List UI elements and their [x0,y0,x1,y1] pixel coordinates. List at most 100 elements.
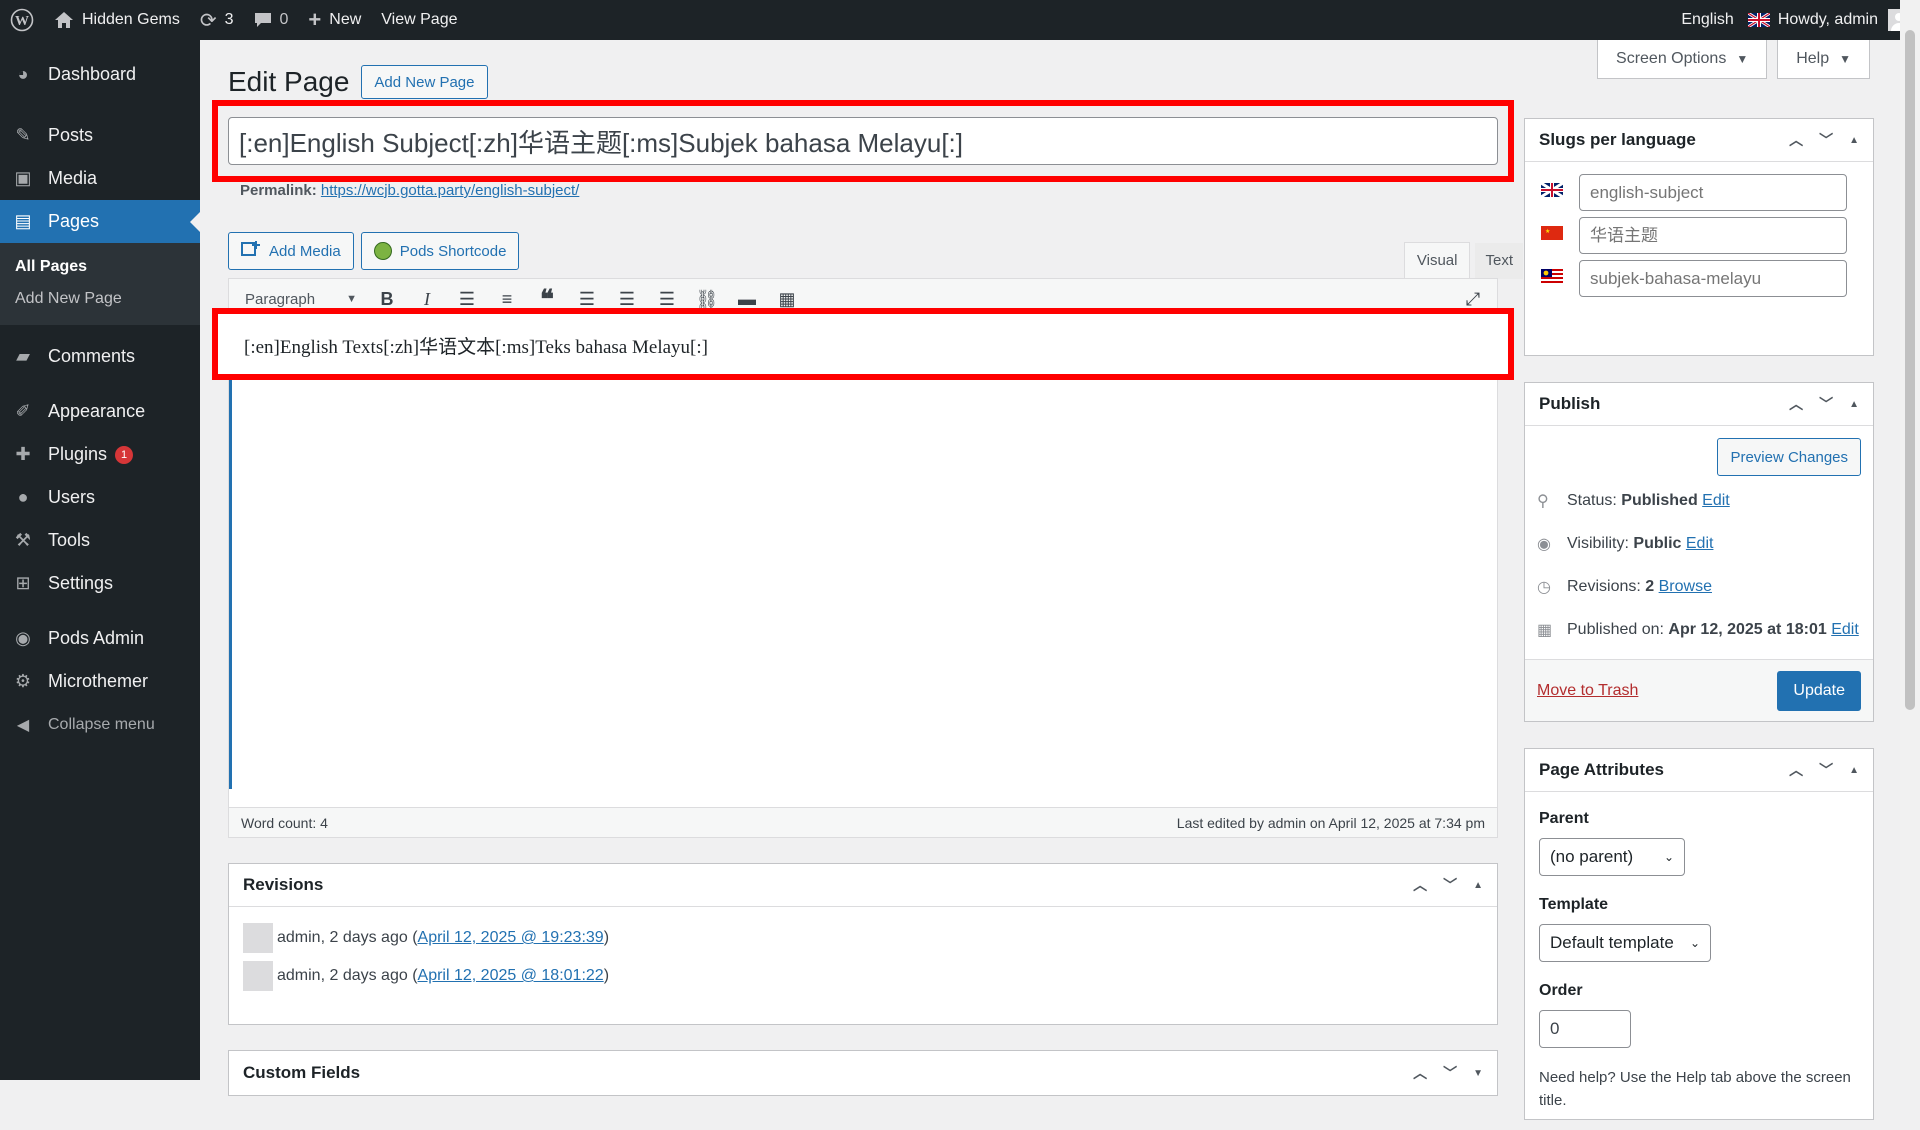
visibility-label: Visibility: [1567,534,1629,552]
page-title: Edit Page [228,66,350,97]
slugs-list: ★ [1525,162,1873,309]
uk-flag-icon [1747,13,1770,27]
menu-dashboard[interactable]: ◕ Dashboard [0,50,200,98]
menu-plugins[interactable]: ✚ Plugins 1 [0,433,200,476]
menu-label: Appearance [48,401,146,421]
gear-icon: ⚙ [14,671,32,691]
toggle-panel-icon[interactable]: ▲ [1849,399,1859,410]
revisions-header[interactable]: Revisions ︿ ﹀ ▲ [229,864,1497,907]
account-menu[interactable]: Howdy, admin [1738,0,1920,40]
menu-comments[interactable]: ▰ Comments [0,335,200,378]
publish-body: Preview Changes ⚲ Status: Published Edit… [1525,426,1873,651]
editor-content-text[interactable]: [:en]English Texts[:zh]华语文本[:ms]Teks bah… [244,332,708,359]
menu-media[interactable]: ▣ Media [0,157,200,200]
slug-ms-input[interactable] [1579,260,1847,297]
comments-link[interactable]: 0 [244,0,299,40]
status-edit-link[interactable]: Edit [1702,492,1730,510]
slugs-header[interactable]: Slugs per language ︿ ﹀ ▲ [1525,119,1873,162]
page-attributes-help: Need help? Use the Help tab above the sc… [1539,1069,1851,1109]
move-up-icon[interactable]: ︿ [1413,875,1427,895]
menu-microthemer[interactable]: ⚙ Microthemer [0,660,200,703]
toggle-panel-icon[interactable]: ▲ [1473,880,1483,891]
uk-flag-icon [1540,181,1579,202]
last-edited: Last edited by admin on April 12, 2025 a… [1176,814,1485,831]
parent-value: (no parent) [1550,847,1634,866]
custom-fields-header[interactable]: Custom Fields ︿ ﹀ ▼ [229,1051,1497,1095]
revision-link[interactable]: April 12, 2025 @ 19:23:39 [418,929,604,947]
chevron-down-icon: ⌄ [1689,936,1700,950]
toggle-panel-icon[interactable]: ▼ [1473,1068,1483,1079]
collapse-icon: ◀ [16,716,30,734]
svg-text:★: ★ [1545,228,1550,235]
plus-icon: + [308,7,322,32]
language-switcher[interactable]: English [1671,0,1737,40]
slug-en-input[interactable] [1579,174,1847,211]
revision-item: admin, 2 days ago (April 12, 2025 @ 19:2… [243,919,1483,957]
update-button[interactable]: Update [1777,670,1861,711]
pods-shortcode-button[interactable]: Pods Shortcode [360,232,520,270]
menu-appearance[interactable]: ✐ Appearance [0,390,200,433]
toggle-panel-icon[interactable]: ▲ [1849,765,1859,776]
word-count: Word count: 4 [241,814,328,831]
updates-link[interactable]: ⟳ 3 [190,0,244,40]
scrollbar-thumb[interactable] [1905,30,1915,710]
menu-tools[interactable]: ⚒ Tools [0,519,200,562]
add-media-button[interactable]: Add Media [228,232,354,270]
post-title-input[interactable] [228,117,1498,165]
pods-icon: ◉ [15,628,31,648]
slugs-title: Slugs per language [1539,130,1696,149]
visibility-edit-link[interactable]: Edit [1686,535,1714,553]
collapse-menu-button[interactable]: ◀ Collapse menu [0,703,200,746]
admin-bar: W Hidden Gems ⟳ 3 0 + New View Page Engl… [0,0,1920,40]
help-button[interactable]: Help ▼ [1777,40,1870,79]
revisions-title: Revisions [243,875,324,894]
menu-posts[interactable]: ✎ Posts [0,114,200,157]
move-up-icon[interactable]: ︿ [1413,1063,1427,1083]
published-edit-link[interactable]: Edit [1831,621,1859,639]
tab-visual[interactable]: Visual [1403,242,1471,279]
move-down-icon[interactable]: ﹀ [1443,875,1457,895]
permalink-link[interactable]: https://wcjb.gotta.party/english-subject… [321,182,579,199]
add-new-page-button[interactable]: Add New Page [361,65,488,99]
view-page-link[interactable]: View Page [371,0,467,40]
template-select[interactable]: Default template ⌄ [1539,924,1711,962]
calendar-icon: ▦ [1537,621,1553,639]
toggle-panel-icon[interactable]: ▲ [1849,135,1859,146]
move-down-icon[interactable]: ﹀ [1819,394,1833,414]
menu-pages[interactable]: ▤ Pages [0,200,200,243]
tab-text[interactable]: Text [1475,242,1523,279]
move-down-icon[interactable]: ﹀ [1819,130,1833,150]
move-down-icon[interactable]: ﹀ [1819,760,1833,780]
parent-select[interactable]: (no parent) ⌄ [1539,838,1685,876]
revision-close: ) [603,967,610,984]
editor-body[interactable] [232,319,1497,789]
move-up-icon[interactable]: ︿ [1789,130,1803,150]
move-up-icon[interactable]: ︿ [1789,760,1803,780]
submenu-all-pages[interactable]: All Pages [0,251,200,283]
menu-pods-admin[interactable]: ◉ Pods Admin [0,617,200,660]
submenu-add-new-page[interactable]: Add New Page [0,283,200,315]
move-to-trash-link[interactable]: Move to Trash [1537,682,1638,700]
move-up-icon[interactable]: ︿ [1789,394,1803,414]
screen-options-button[interactable]: Screen Options ▼ [1597,40,1768,79]
menu-users[interactable]: ● Users [0,476,200,519]
move-down-icon[interactable]: ﹀ [1443,1063,1457,1083]
page-attributes-header[interactable]: Page Attributes ︿ ﹀ ▲ [1525,749,1873,792]
status-value: Published [1621,491,1698,509]
wordpress-logo-icon[interactable]: W [0,0,44,40]
menu-settings[interactable]: ⊞ Settings [0,562,200,605]
plugin-icon: ✚ [15,444,31,464]
visibility-row: ◉ Visibility: Public Edit [1537,522,1861,565]
new-content-link[interactable]: + New [298,0,371,40]
publish-header[interactable]: Publish ︿ ﹀ ▲ [1525,383,1873,426]
pin-icon: ✎ [15,125,31,145]
wrench-icon: ⚒ [14,530,32,550]
browse-link[interactable]: Browse [1659,578,1712,596]
page-scrollbar[interactable] [1900,0,1920,1080]
site-name-link[interactable]: Hidden Gems [44,0,190,40]
slug-zh-input[interactable] [1579,217,1847,254]
custom-fields-box: Custom Fields ︿ ﹀ ▼ [228,1050,1498,1096]
order-input[interactable] [1539,1010,1631,1048]
preview-changes-button[interactable]: Preview Changes [1717,438,1861,476]
revision-link[interactable]: April 12, 2025 @ 18:01:22 [418,967,604,985]
